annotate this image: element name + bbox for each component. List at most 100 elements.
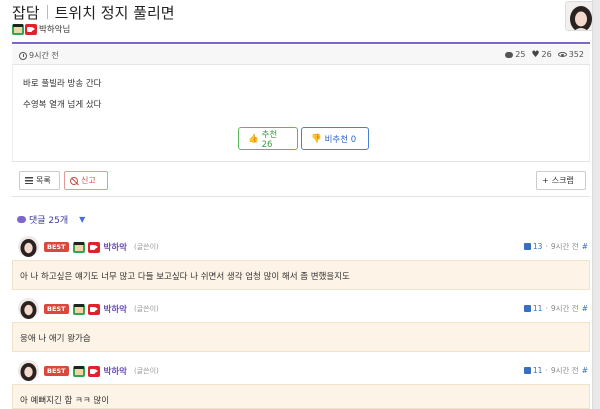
comment-author[interactable]: 박하악 — [104, 241, 127, 253]
comment-header: BEST 박하악 (글쓴이) 13 · 9시간 전 # — [12, 233, 590, 260]
like-count-value: 26 — [541, 50, 552, 59]
comment-body: 아 예뻐지긴 함 ㅋㅋ 많이 — [12, 384, 590, 409]
post-time-text: 9시간 전 — [29, 51, 59, 60]
heart-icon: ♥ — [531, 49, 540, 60]
meta-dot: · — [545, 366, 548, 375]
upvote-button[interactable]: 👍 추천 26 — [238, 127, 298, 150]
like-count: ♥ 26 — [531, 50, 551, 59]
thumbs-down-icon: 👎 — [311, 133, 322, 144]
comment-time: 9시간 전 — [550, 304, 579, 313]
comment-user: BEST 박하악 (글쓴이) — [44, 303, 159, 315]
comment-meta: 11 · 9시간 전 # — [523, 303, 588, 314]
comment-like[interactable]: 11 — [523, 366, 543, 375]
downvote-label: 비추천 0 — [324, 134, 357, 145]
post-stats: 25 ♥ 26 352 — [505, 50, 584, 59]
list-button[interactable]: 목록 — [19, 171, 60, 190]
comment-body: 아 나 하고싶은 얘기도 너무 많고 다들 보고싶다 나 쉬면서 생각 엄청 많… — [12, 260, 590, 290]
best-badge: BEST — [44, 366, 69, 376]
comment-meta: 13 · 9시간 전 # — [523, 241, 588, 252]
comment-text: 웅애 나 애기 왕가슴 — [20, 334, 91, 344]
best-badge: BEST — [44, 304, 69, 314]
comment-like[interactable]: 11 — [523, 304, 543, 313]
comment-permalink[interactable]: # — [582, 304, 588, 313]
comment-permalink[interactable]: # — [582, 242, 588, 251]
live-camera-icon — [25, 23, 37, 35]
comment-header: BEST 박하악 (글쓴이) 11 · 9시간 전 # — [12, 357, 590, 384]
list-icon — [25, 177, 33, 184]
thumbs-up-icon — [523, 305, 531, 312]
comment-author[interactable]: 박하악 — [104, 365, 127, 377]
comment-body: 웅애 나 애기 왕가슴 — [12, 322, 590, 352]
level-icon — [72, 303, 85, 315]
live-camera-icon — [87, 303, 100, 315]
thumbs-up-icon: 👍 — [248, 133, 259, 144]
view-count: 352 — [557, 50, 584, 59]
caret-down-icon[interactable]: ▼ — [79, 215, 85, 224]
comment-permalink[interactable]: # — [582, 366, 588, 375]
scrollbar-track[interactable] — [592, 0, 600, 409]
comment-author-role: (글쓴이) — [133, 243, 159, 251]
comment-text: 아 예뻐지긴 함 ㅋㅋ 많이 — [20, 396, 110, 406]
comment-like[interactable]: 13 — [523, 242, 543, 251]
post-title: 트위치 정지 풀리면 — [54, 4, 175, 22]
post-title-row: 잡담 트위치 정지 풀리면 — [12, 2, 175, 23]
report-label: 신고 — [81, 176, 96, 185]
comment-time: 9시간 전 — [550, 366, 579, 375]
comments-count-label: 댓글 25개 — [29, 216, 69, 226]
upvote-label: 추천 26 — [261, 129, 278, 150]
post-body: 바로 풀빌라 방송 간다 수영복 열개 넘게 샀다 👍 추천 26 👎 비추천 … — [12, 65, 590, 161]
live-camera-icon — [87, 241, 100, 253]
comment-like-count: 11 — [532, 304, 543, 313]
comments-header[interactable]: 댓글 25개 ▼ — [17, 213, 85, 226]
report-icon — [70, 176, 78, 185]
comment-author-role: (글쓴이) — [133, 305, 159, 313]
comment-meta: 11 · 9시간 전 # — [523, 365, 588, 376]
comment-like-count: 13 — [532, 242, 543, 251]
live-camera-icon — [87, 365, 100, 377]
comment-user: BEST 박하악 (글쓴이) — [44, 365, 159, 377]
header-divider — [12, 42, 590, 44]
best-badge: BEST — [44, 242, 69, 252]
comment-user: BEST 박하악 (글쓴이) — [44, 241, 159, 253]
vote-buttons: 👍 추천 26 👎 비추천 0 — [238, 127, 369, 150]
comment-author-role: (글쓴이) — [133, 367, 159, 375]
scrap-label: 스크랩 — [551, 176, 574, 185]
comment-time: 9시간 전 — [550, 242, 579, 251]
post-header: 잡담 트위치 정지 풀리면 박하악님 — [12, 0, 595, 44]
post-action-bar: 목록 신고 + 스크랩 — [12, 161, 590, 197]
comment-icon — [505, 51, 514, 58]
downvote-button[interactable]: 👎 비추천 0 — [301, 127, 369, 150]
comment-author[interactable]: 박하악 — [104, 303, 127, 315]
author-name[interactable]: 박하악님 — [39, 23, 70, 35]
page: 잡담 트위치 정지 풀리면 박하악님 9시간 전 25 ♥ 26 352 바로 … — [0, 0, 600, 409]
thumbs-up-icon — [523, 243, 531, 250]
post-line: 바로 풀빌라 방송 간다 — [23, 79, 102, 89]
title-separator — [46, 5, 48, 19]
comment-header: BEST 박하악 (글쓴이) 11 · 9시간 전 # — [12, 295, 590, 322]
level-icon — [72, 365, 85, 377]
author-avatar[interactable] — [565, 1, 595, 31]
comment-like-count: 11 — [532, 366, 543, 375]
level-icon — [12, 23, 24, 35]
chat-bubble-icon — [17, 216, 26, 223]
comment-avatar[interactable] — [18, 298, 39, 319]
plus-icon: + — [542, 176, 549, 185]
report-button[interactable]: 신고 — [64, 171, 108, 190]
list-label: 목록 — [36, 176, 51, 185]
post-time: 9시간 전 — [19, 50, 59, 61]
thumbs-up-icon — [523, 367, 531, 374]
post-line: 수영복 열개 넘게 샀다 — [23, 100, 102, 110]
scrap-button[interactable]: + 스크랩 — [536, 171, 586, 190]
clock-icon — [19, 51, 27, 60]
view-count-value: 352 — [568, 50, 584, 59]
comment-avatar[interactable] — [18, 360, 39, 381]
meta-dot: · — [545, 304, 548, 313]
comment-count-value: 25 — [515, 50, 526, 59]
meta-dot: · — [545, 242, 548, 251]
post-category[interactable]: 잡담 — [12, 4, 40, 22]
post-author[interactable]: 박하악님 — [12, 22, 70, 36]
comment-text: 아 나 하고싶은 얘기도 너무 많고 다들 보고싶다 나 쉬면서 생각 엄청 많… — [20, 272, 350, 282]
comment-count: 25 — [505, 50, 525, 59]
level-icon — [72, 241, 85, 253]
comment-avatar[interactable] — [18, 236, 39, 257]
